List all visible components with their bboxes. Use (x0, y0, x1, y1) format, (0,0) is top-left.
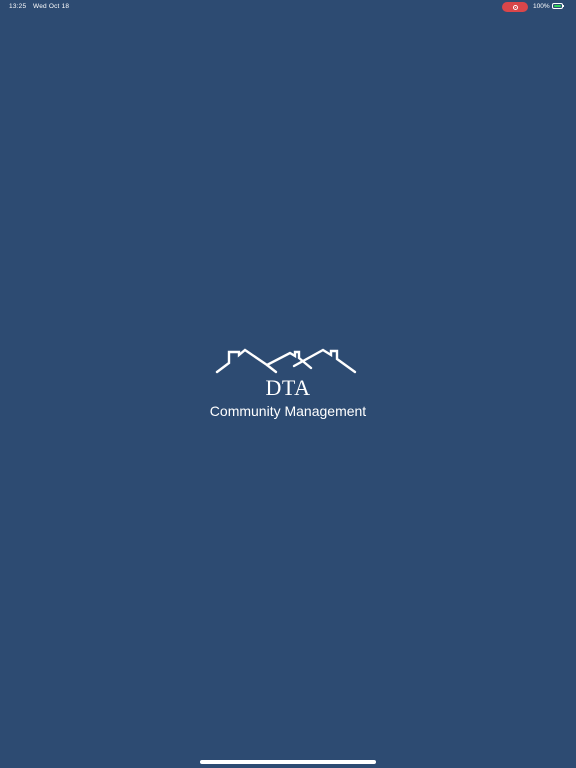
screen-record-indicator[interactable] (502, 2, 528, 12)
status-bar: 13:25 Wed Oct 18 100% (0, 0, 576, 14)
status-time: 13:25 (9, 3, 27, 10)
status-date: Wed Oct 18 (33, 3, 70, 10)
logo-subtitle: Community Management (209, 403, 367, 419)
screen-record-icon (512, 4, 518, 10)
logo-title: DTA (265, 375, 311, 400)
houses-roofline-icon (215, 348, 357, 374)
battery-icon (552, 3, 563, 9)
battery-cap (563, 5, 564, 7)
battery-fill (554, 5, 561, 7)
app-logo: DTA Community Management (208, 348, 368, 422)
battery-percent: 100% (533, 3, 550, 10)
home-indicator[interactable] (200, 760, 376, 764)
